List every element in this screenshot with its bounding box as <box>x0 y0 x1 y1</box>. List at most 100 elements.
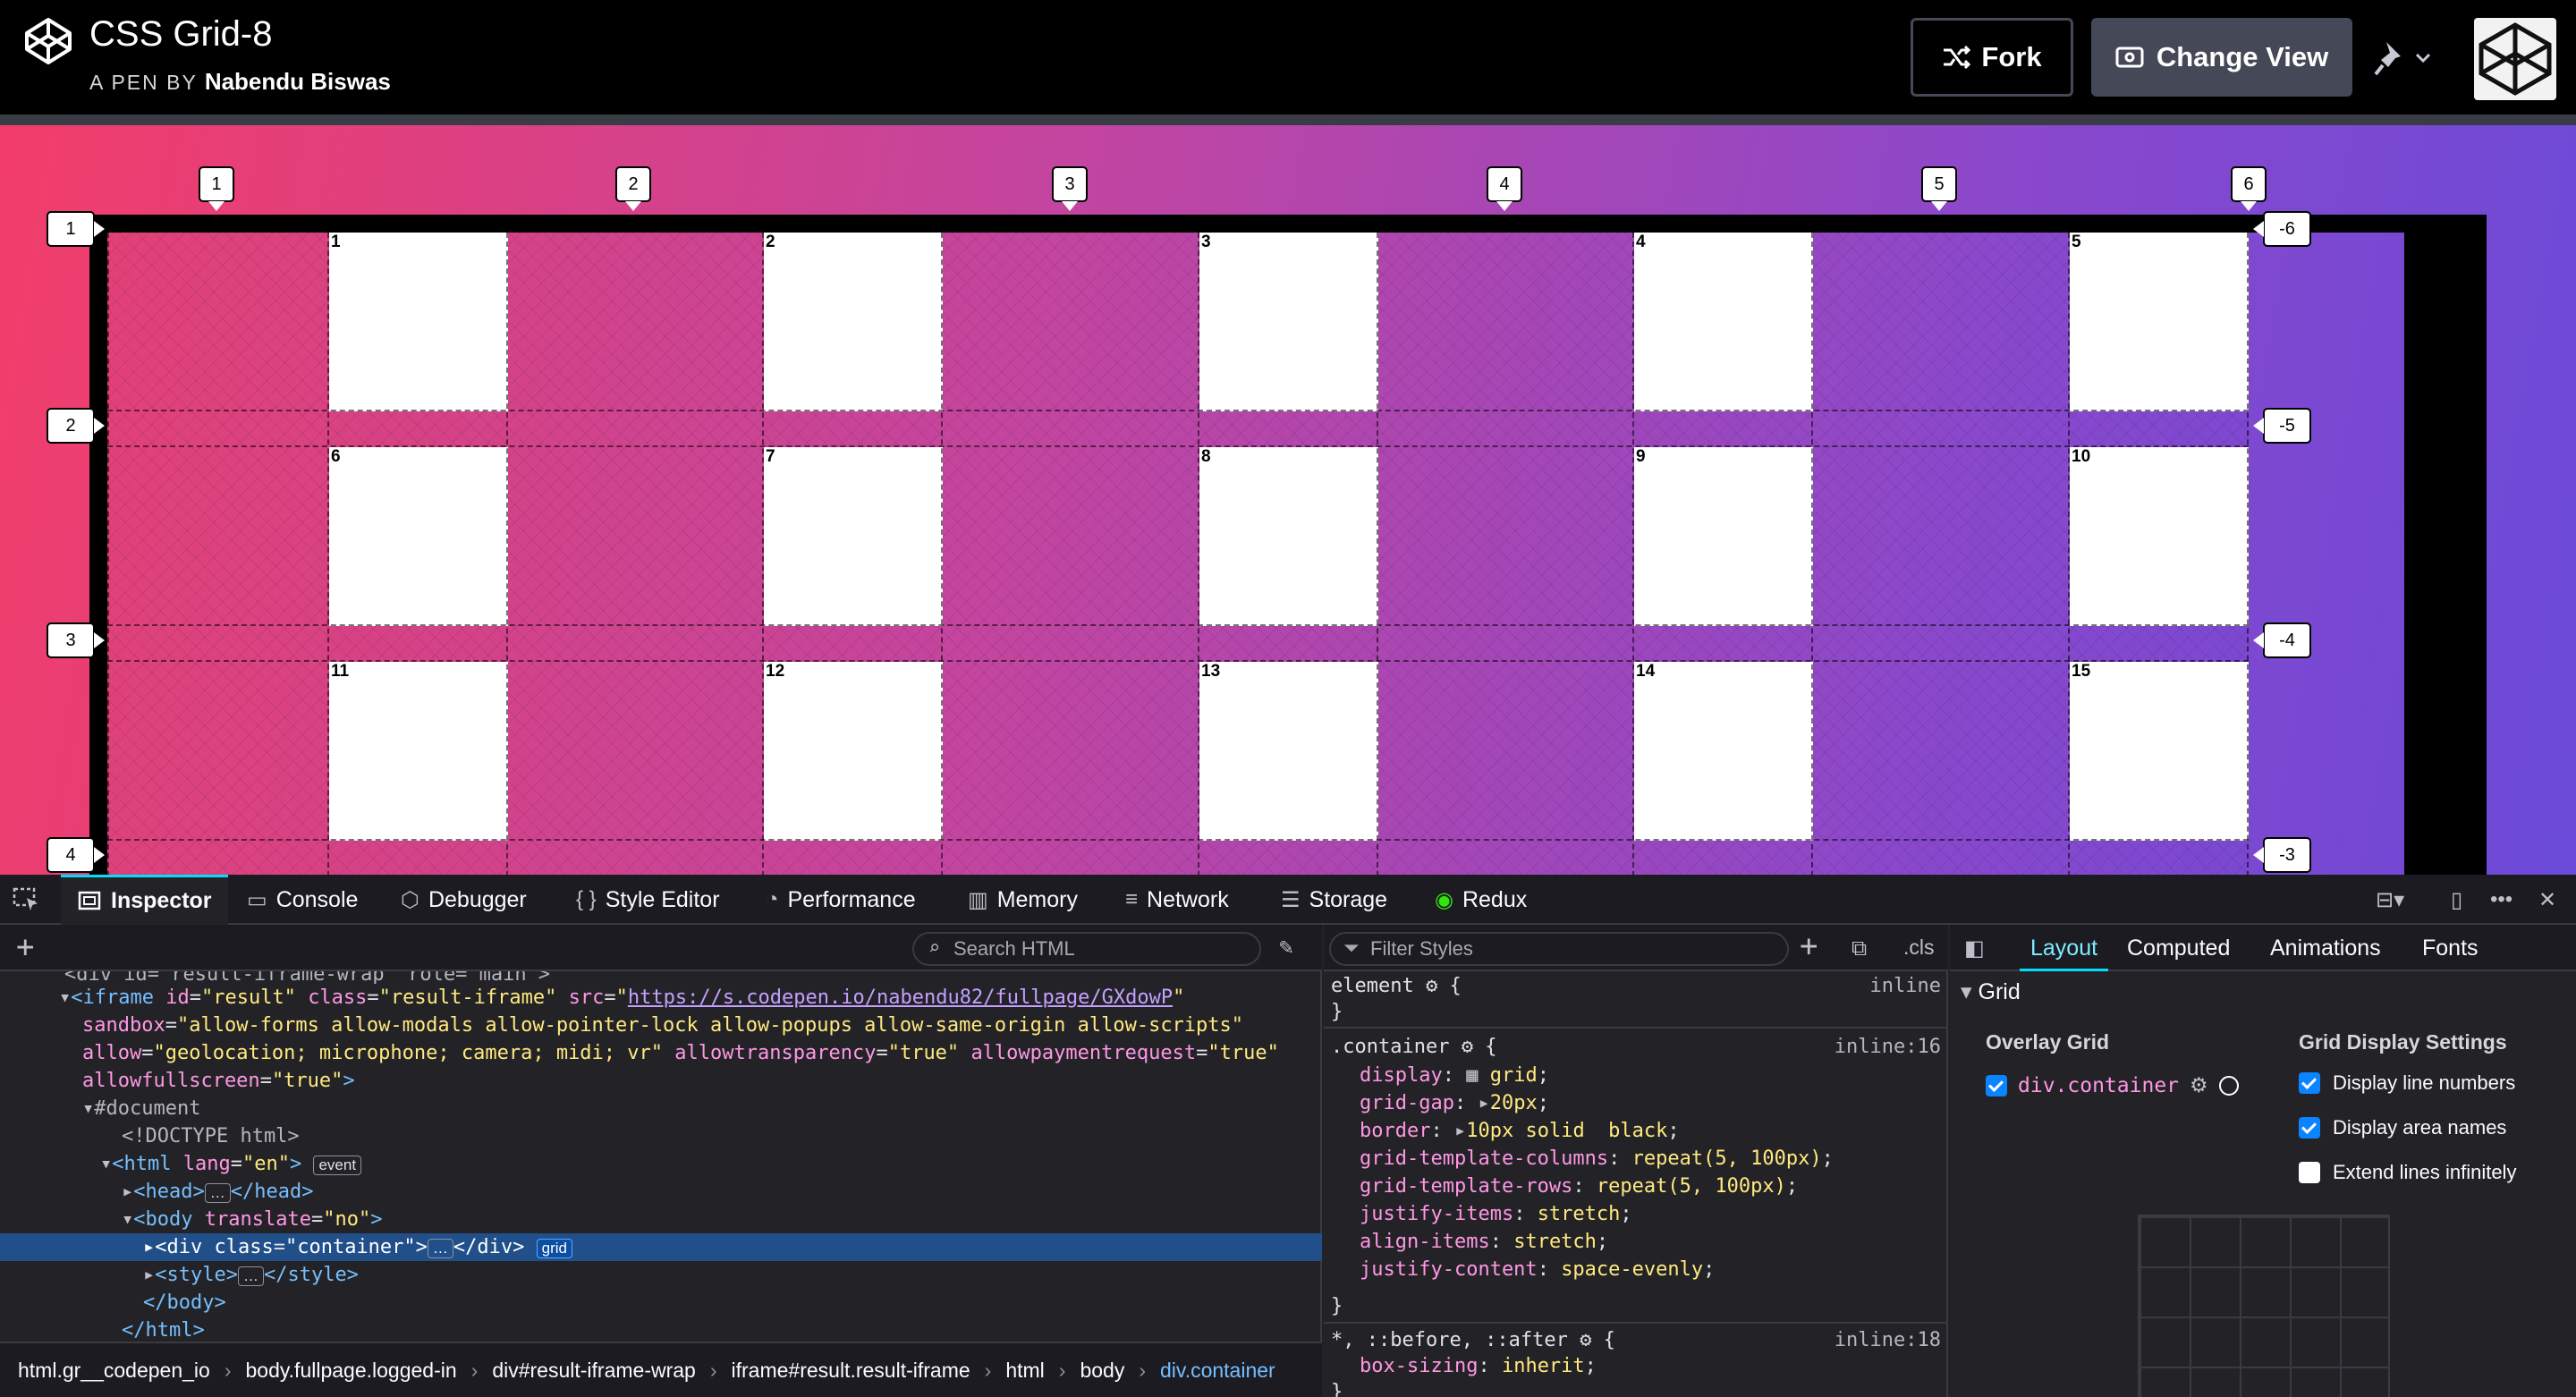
grid-section-header[interactable]: ▾ Grid <box>1961 978 2021 1005</box>
markup-node-body[interactable]: ▾<body translate="no"> <box>0 1206 1322 1233</box>
tab-layout[interactable]: Layout <box>2020 925 2109 971</box>
element-picker-button[interactable] <box>13 875 39 925</box>
breadcrumb-item[interactable]: body.fullpage.logged-in <box>246 1359 457 1383</box>
tab-fonts[interactable]: Fonts <box>2422 925 2479 971</box>
grid-color-swatch[interactable] <box>2218 1075 2239 1096</box>
breadcrumb-item[interactable]: div.container <box>1160 1359 1275 1383</box>
tab-style-editor[interactable]: { } Style Editor <box>576 875 720 925</box>
decl-property[interactable]: grid-template-columns <box>1360 1147 1608 1170</box>
event-badge[interactable]: event <box>313 1156 362 1175</box>
decl-value[interactable]: repeat(5, 100px) <box>1632 1147 1822 1170</box>
tab-network[interactable]: ≡ Network <box>1125 875 1229 925</box>
overlay-grid-checkbox[interactable] <box>1986 1074 2007 1096</box>
markup-node-iframe[interactable]: ▾<iframe id="result" class="result-ifram… <box>0 984 1322 1012</box>
pin-menu-button[interactable] <box>2370 27 2435 89</box>
tab-animations[interactable]: Animations <box>2270 925 2381 971</box>
tab-storage[interactable]: ☰ Storage <box>1281 875 1387 925</box>
css-declaration[interactable]: justify-content: space-evenly; <box>1324 1257 1948 1283</box>
eyedropper-icon[interactable]: ✎ <box>1279 934 1293 961</box>
grid-item[interactable]: 6 <box>329 447 508 626</box>
tab-memory[interactable]: ▥ Memory <box>968 875 1078 925</box>
collapse-arrow-icon[interactable]: ▾ <box>59 986 71 1009</box>
grid-item[interactable]: 4 <box>1634 233 1813 411</box>
grid-setting-checkbox[interactable] <box>2299 1162 2320 1183</box>
expand-shorthand-icon[interactable]: ▸ <box>1454 1120 1466 1142</box>
markup-node-div-container[interactable]: ▸<div class="container">… </div> grid <box>0 1233 1322 1261</box>
dock-layout-button[interactable]: ⊟▾ <box>2376 875 2404 925</box>
css-declaration[interactable]: grid-template-rows: repeat(5, 100px); <box>1324 1173 1948 1199</box>
breadcrumb-item[interactable]: html.gr__codepen_io <box>18 1359 210 1383</box>
breadcrumb-item[interactable]: html <box>1005 1359 1044 1383</box>
decl-value[interactable]: grid <box>1490 1064 1538 1087</box>
highlight-element-icon[interactable]: ⚙ <box>2190 1073 2208 1097</box>
grid-item[interactable]: 2 <box>764 233 943 411</box>
grid-item[interactable]: 10 <box>2070 447 2249 626</box>
css-declaration[interactable]: display: ▦ grid; <box>1324 1063 1948 1088</box>
decl-property[interactable]: grid-template-rows <box>1360 1175 1572 1198</box>
decl-value[interactable]: stretch <box>1513 1231 1597 1253</box>
codepen-logo-icon[interactable] <box>23 16 73 66</box>
tab-debugger[interactable]: ⬡ Debugger <box>401 875 527 925</box>
decl-property[interactable]: align-items <box>1360 1231 1490 1253</box>
grid-setting-checkbox[interactable] <box>2299 1117 2320 1139</box>
grid-highlighter-icon[interactable]: ▦ <box>1466 1064 1490 1087</box>
decl-value[interactable]: repeat(5, 100px) <box>1597 1175 1786 1198</box>
decl-property[interactable]: box-sizing <box>1360 1355 1478 1377</box>
grid-setting-option[interactable]: Display line numbers <box>2299 1071 2515 1095</box>
expand-shorthand-icon[interactable]: ▸ <box>1478 1092 1489 1114</box>
add-node-icon[interactable]: + <box>16 930 34 964</box>
decl-value[interactable]: space-evenly <box>1561 1258 1703 1281</box>
iframe-src-link[interactable]: https://s.codepen.io/nabendu82/fullpage/… <box>628 986 1173 1009</box>
fork-button[interactable]: Fork <box>1911 18 2073 97</box>
cls-button[interactable]: .cls <box>1903 936 1935 960</box>
grid-item[interactable]: 14 <box>1634 662 1813 841</box>
grid-badge[interactable]: grid <box>536 1239 573 1258</box>
grid-item[interactable]: 13 <box>1199 662 1378 841</box>
markup-node-head[interactable]: ▸<head>… </head> <box>0 1178 1322 1206</box>
css-declaration[interactable]: align-items: stretch; <box>1324 1229 1948 1255</box>
decl-property[interactable]: border <box>1360 1120 1430 1142</box>
tab-performance[interactable]: ◔ Performance <box>766 875 916 925</box>
decl-property[interactable]: justify-items <box>1360 1203 1513 1225</box>
markup-node-document[interactable]: ▾#document <box>0 1095 1322 1122</box>
rule-element[interactable]: element ⚙ {inline <box>1324 973 1948 999</box>
breadcrumb-item[interactable]: div#result-iframe-wrap <box>492 1359 696 1383</box>
css-declaration[interactable]: grid-gap: ▸20px; <box>1324 1090 1948 1116</box>
grid-setting-option[interactable]: Extend lines infinitely <box>2299 1161 2516 1184</box>
grid-item[interactable]: 15 <box>2070 662 2249 841</box>
grid-item[interactable]: 3 <box>1199 233 1378 411</box>
tab-inspector[interactable]: Inspector <box>61 875 228 925</box>
change-view-button[interactable]: Change View <box>2091 18 2352 97</box>
gear-icon[interactable]: ⚙ <box>1426 975 1437 997</box>
rule-universal[interactable]: *, ::before, ::after ⚙ {inline:18 <box>1324 1327 1948 1353</box>
responsive-mode-button[interactable]: ▯ <box>2451 875 2462 925</box>
decl-property[interactable]: justify-content <box>1360 1258 1538 1281</box>
gear-icon[interactable]: ⚙ <box>1462 1036 1473 1058</box>
markup-node-html[interactable]: ▾<html lang="en"> event <box>0 1150 1322 1178</box>
container-rule-source[interactable]: inline:16 <box>1835 1034 1941 1060</box>
breadcrumb-item[interactable]: iframe#result.result-iframe <box>732 1359 970 1383</box>
decl-value[interactable]: 20px <box>1490 1092 1538 1114</box>
add-rule-icon[interactable]: + <box>1800 928 1818 964</box>
css-declaration[interactable]: grid-template-columns: repeat(5, 100px); <box>1324 1146 1948 1172</box>
css-declaration[interactable]: justify-items: stretch; <box>1324 1201 1948 1227</box>
grid-setting-option[interactable]: Display area names <box>2299 1116 2506 1139</box>
tab-computed[interactable]: Computed <box>2127 925 2230 971</box>
grid-item[interactable]: 1 <box>329 233 508 411</box>
universal-rule-source[interactable]: inline:18 <box>1835 1327 1941 1353</box>
toggle-pseudo-class-icon[interactable]: ⧉ <box>1852 936 1867 961</box>
rule-container[interactable]: .container ⚙ {inline:16 <box>1324 1034 1948 1060</box>
decl-property[interactable]: display <box>1360 1064 1443 1087</box>
decl-property[interactable]: grid-gap <box>1360 1092 1454 1114</box>
decl-value[interactable]: stretch <box>1538 1203 1621 1225</box>
grid-item[interactable]: 9 <box>1634 447 1813 626</box>
user-avatar[interactable] <box>2474 18 2556 100</box>
search-html-input[interactable]: Search HTML <box>912 932 1261 966</box>
grid-item[interactable]: 11 <box>329 662 508 841</box>
gear-icon[interactable]: ⚙ <box>1580 1329 1591 1351</box>
grid-item[interactable]: 5 <box>2070 233 2249 411</box>
close-devtools-button[interactable]: ✕ <box>2538 875 2556 925</box>
grid-item[interactable]: 8 <box>1199 447 1378 626</box>
grid-setting-checkbox[interactable] <box>2299 1072 2320 1094</box>
decl-value[interactable]: 10px solid black <box>1466 1120 1667 1142</box>
